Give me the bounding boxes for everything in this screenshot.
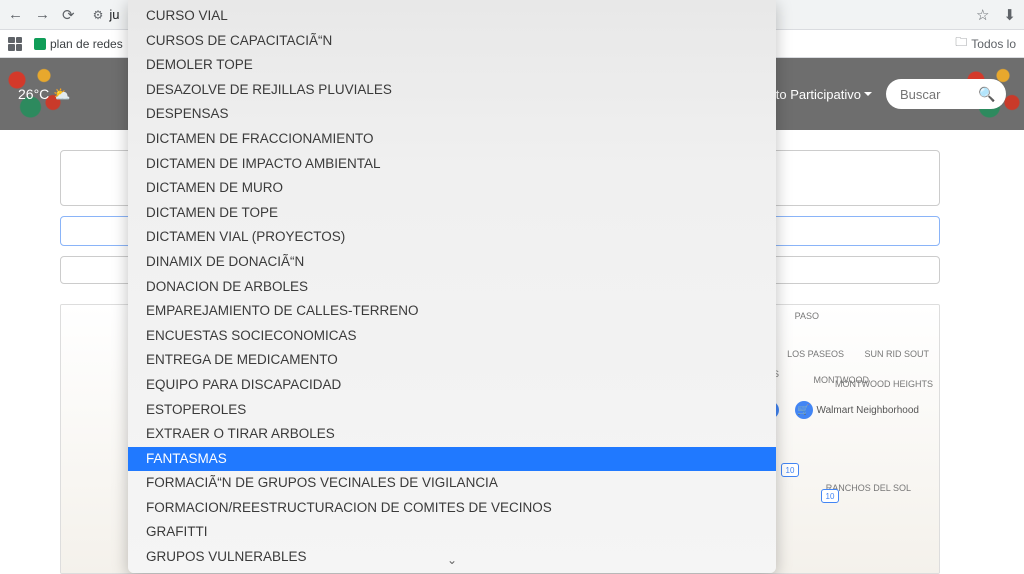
- apps-icon: [8, 37, 22, 51]
- dropdown-option[interactable]: ESTOPEROLES: [128, 398, 776, 423]
- url-text: ju: [109, 7, 119, 22]
- chevron-down-icon[interactable]: ⌄: [447, 553, 457, 567]
- apps-button[interactable]: [8, 37, 22, 51]
- poi-label: Walmart Neighborhood: [817, 405, 919, 416]
- sheets-icon: [34, 38, 46, 50]
- map-label-paso: PASO: [795, 311, 819, 321]
- dropdown-option[interactable]: DICTAMEN VIAL (PROYECTOS): [128, 225, 776, 250]
- dropdown-option[interactable]: ENTREGA DE MEDICAMENTO: [128, 348, 776, 373]
- dropdown-option[interactable]: HIDRATACION PARA EVENTOS DEPORTIVOS: [128, 570, 776, 573]
- dropdown-option[interactable]: CURSOS DE CAPACITACIÃ“N: [128, 29, 776, 54]
- map-label-los-paseos: LOS PASEOS: [787, 349, 844, 359]
- dropdown-option[interactable]: DINAMIX DE DONACIÃ“N: [128, 250, 776, 275]
- dropdown-option[interactable]: DICTAMEN DE IMPACTO AMBIENTAL: [128, 152, 776, 177]
- chevron-down-icon: [864, 92, 872, 96]
- route-shield: 10: [821, 489, 839, 503]
- map-label-sun-ridge: SUN RID SOUT: [864, 349, 929, 359]
- folder-icon: 🗀: [955, 33, 967, 54]
- dropdown-option[interactable]: FANTASMAS: [128, 447, 776, 472]
- dropdown-option[interactable]: FORMACIÃ“N DE GRUPOS VECINALES DE VIGILA…: [128, 471, 776, 496]
- forward-button[interactable]: →: [35, 6, 50, 24]
- site-info-icon[interactable]: ⚙: [93, 8, 104, 22]
- dropdown-option[interactable]: FORMACION/REESTRUCTURACION DE COMITES DE…: [128, 496, 776, 521]
- route-shield: 10: [781, 463, 799, 477]
- folder-label: Todos lo: [971, 37, 1016, 51]
- reload-button[interactable]: ⟳: [62, 6, 75, 24]
- toolbar-right: ☆ ⬇: [976, 6, 1016, 24]
- cart-icon: 🛒: [795, 401, 813, 419]
- dropdown-option[interactable]: CURSO VIAL: [128, 4, 776, 29]
- nav-label: to Participativo: [776, 87, 861, 102]
- bookmark-label: plan de redes: [50, 37, 123, 51]
- dropdown-option[interactable]: EQUIPO PARA DISCAPACIDAD: [128, 373, 776, 398]
- back-button[interactable]: ←: [8, 6, 23, 24]
- dropdown-option[interactable]: DESAZOLVE DE REJILLAS PLUVIALES: [128, 78, 776, 103]
- nav-buttons: ← → ⟳: [8, 6, 75, 24]
- map-poi-walmart[interactable]: 🛒 Walmart Neighborhood: [795, 401, 919, 419]
- search-box[interactable]: 🔍: [886, 79, 1006, 109]
- dropdown-option[interactable]: EMPAREJAMIENTO DE CALLES-TERRENO: [128, 299, 776, 324]
- temperature-text: 26°C: [18, 86, 49, 102]
- dropdown-option[interactable]: DEMOLER TOPE: [128, 53, 776, 78]
- dropdown-list: CURSO VIALCURSOS DE CAPACITACIÃ“NDEMOLER…: [128, 0, 776, 573]
- dropdown-option[interactable]: ENCUESTAS SOCIECONOMICAS: [128, 324, 776, 349]
- download-icon[interactable]: ⬇: [1003, 6, 1016, 24]
- search-icon[interactable]: 🔍: [978, 86, 995, 103]
- dropdown-option[interactable]: DICTAMEN DE MURO: [128, 176, 776, 201]
- select-dropdown[interactable]: CURSO VIALCURSOS DE CAPACITACIÃ“NDEMOLER…: [128, 0, 776, 573]
- dropdown-option[interactable]: DICTAMEN DE TOPE: [128, 201, 776, 226]
- bookmark-item[interactable]: plan de redes: [34, 37, 123, 51]
- dropdown-option[interactable]: GRAFITTI: [128, 520, 776, 545]
- nav-participativo[interactable]: to Participativo: [776, 87, 872, 102]
- dropdown-option[interactable]: EXTRAER O TIRAR ARBOLES: [128, 422, 776, 447]
- dropdown-option[interactable]: DICTAMEN DE FRACCIONAMIENTO: [128, 127, 776, 152]
- star-icon[interactable]: ☆: [976, 6, 989, 24]
- bookmarks-overflow[interactable]: 🗀 Todos lo: [955, 33, 1016, 54]
- weather-icon: ⛅: [53, 86, 70, 102]
- dropdown-option[interactable]: DESPENSAS: [128, 102, 776, 127]
- search-input[interactable]: [900, 87, 970, 102]
- map-label-montwood-heights: MONTWOOD HEIGHTS: [835, 379, 933, 389]
- dropdown-option[interactable]: DONACION DE ARBOLES: [128, 275, 776, 300]
- weather-widget[interactable]: 26°C ⛅: [18, 86, 71, 103]
